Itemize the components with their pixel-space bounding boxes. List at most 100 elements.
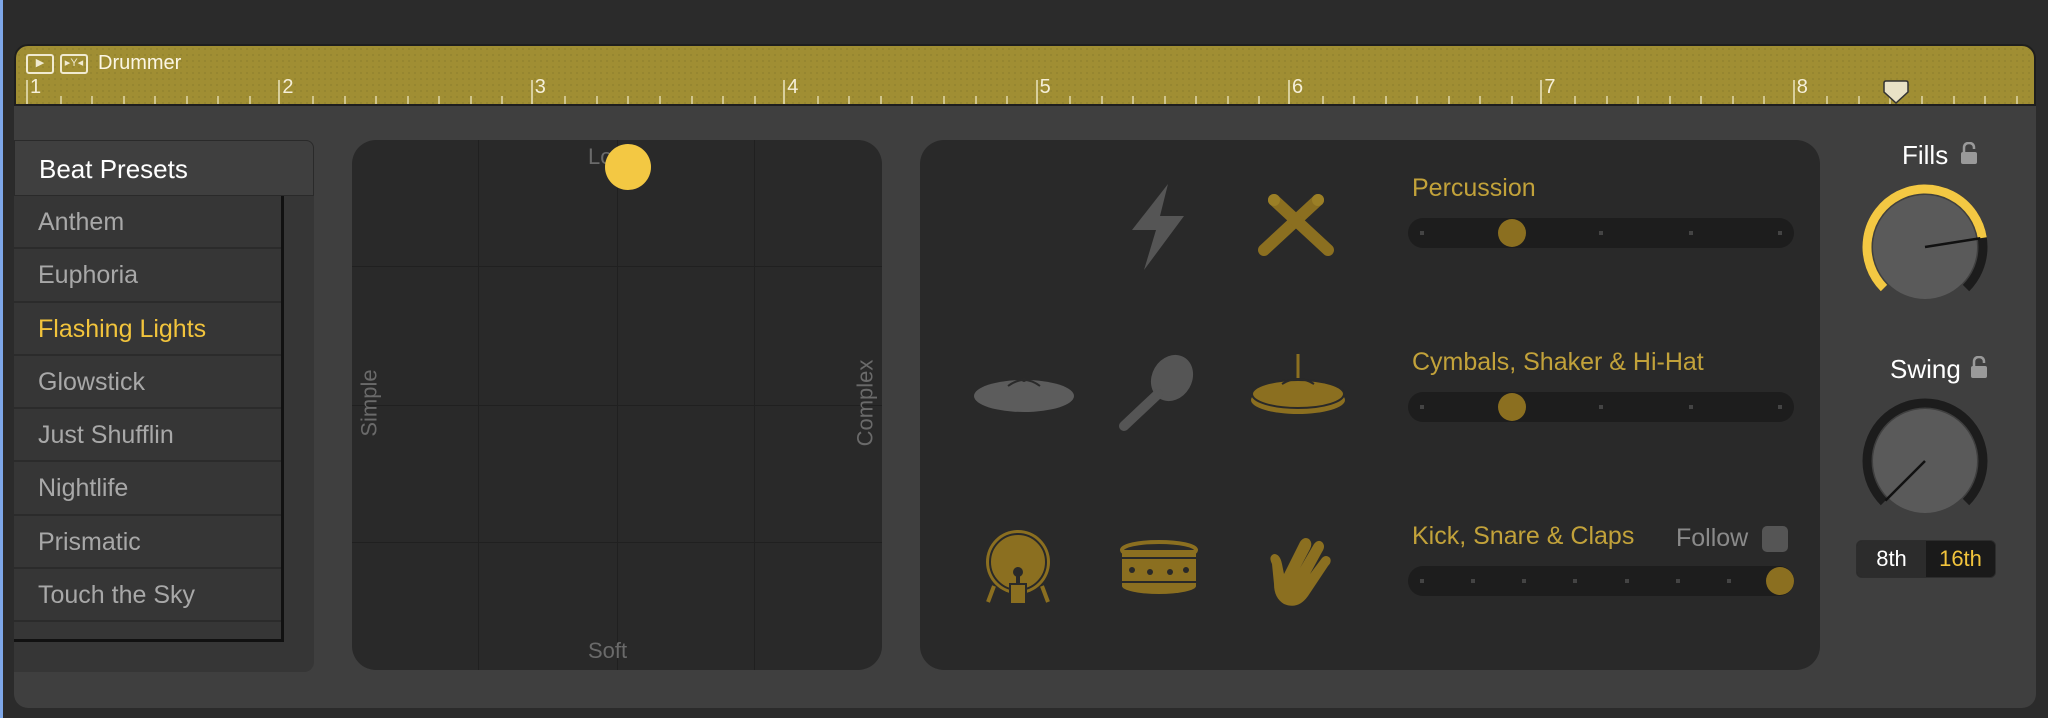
bar-line <box>530 80 533 104</box>
ruler-tick <box>248 96 251 104</box>
ruler-tick <box>690 96 693 104</box>
preset-item[interactable]: Flashing Lights <box>14 302 281 356</box>
drummer-filter-icon[interactable]: ▸Y◂ <box>60 53 88 74</box>
ruler-tick <box>1069 96 1072 104</box>
ruler-tick <box>469 96 472 104</box>
grid-line <box>352 542 882 543</box>
bar-number: 3 <box>534 76 546 98</box>
preset-item[interactable]: Touch the Sky <box>14 569 281 623</box>
ruler-tick <box>217 96 220 104</box>
follow-label: Follow <box>1676 524 1749 552</box>
ruler-tick <box>1921 96 1923 104</box>
bar-number: 6 <box>1292 76 1304 98</box>
ruler-tick <box>659 96 661 104</box>
hihat-icon[interactable] <box>1248 354 1348 422</box>
cymbals-label: Cymbals, Shaker & Hi-Hat <box>1412 348 1704 376</box>
drummer-region-ruler[interactable]: ▶ ▸Y◂ Drummer 1 2 3 4 5 6 7 8 <box>14 44 2036 106</box>
fills-knob[interactable] <box>1860 182 1990 312</box>
bar-line <box>1540 80 1543 104</box>
drumsticks-icon[interactable] <box>1254 192 1338 258</box>
slider-detent <box>1420 579 1424 583</box>
ruler-tick <box>406 96 409 104</box>
shaker-icon[interactable] <box>1116 354 1198 434</box>
preset-item[interactable]: Nightlife <box>14 462 281 516</box>
ruler-tick <box>122 96 125 104</box>
swing-label: Swing <box>1890 354 1961 384</box>
bar-line <box>1288 80 1290 104</box>
ruler-tick <box>1195 96 1198 104</box>
ruler-tick <box>974 96 977 104</box>
follow-checkbox[interactable] <box>1762 526 1788 552</box>
slider-thumb[interactable] <box>1497 219 1526 247</box>
preset-item[interactable]: Just Shufflin <box>14 409 281 463</box>
xy-bottom-label: Soft <box>588 638 628 663</box>
ruler-tick <box>722 96 725 104</box>
ruler-tick <box>1384 96 1387 104</box>
preset-item[interactable]: Prismatic <box>14 515 281 570</box>
slider-detent <box>1522 579 1527 583</box>
grid-line <box>352 266 882 267</box>
bar-line <box>1035 80 1038 104</box>
preset-item[interactable]: Euphoria <box>14 249 281 303</box>
fills-label: Fills <box>1902 140 1949 170</box>
kick-slider[interactable] <box>1408 566 1794 596</box>
ruler-tick <box>1100 96 1103 104</box>
ruler-tick <box>1952 96 1955 104</box>
resolution-16th-button[interactable]: 16th <box>1926 541 1995 577</box>
slider-thumb[interactable] <box>1497 393 1526 421</box>
preset-item[interactable]: Glowstick <box>14 355 281 410</box>
slider-detent <box>1599 405 1603 409</box>
lock-icon[interactable] <box>1960 142 1978 164</box>
bar-number: 7 <box>1544 76 1556 98</box>
kick-drum-icon[interactable] <box>984 528 1052 606</box>
ruler-tick <box>848 96 851 104</box>
xy-right-label: Complex <box>852 359 878 447</box>
ruler-tick <box>1006 96 1009 104</box>
cymbals-slider[interactable] <box>1408 392 1794 422</box>
ruler-tick <box>1479 96 1482 104</box>
ruler-tick <box>154 96 157 104</box>
ruler-tick <box>627 96 630 104</box>
xy-pad[interactable]: Loud Soft Simple Complex <box>352 140 882 670</box>
swing-knob[interactable] <box>1860 396 1990 526</box>
ruler-tick <box>1226 96 1229 104</box>
slider-thumb[interactable] <box>1766 567 1794 595</box>
playhead-marker[interactable] <box>1883 80 1909 104</box>
clap-hand-icon[interactable] <box>1264 534 1334 610</box>
slider-detent <box>1599 231 1603 235</box>
instruments-panel: Percussion Cymbals, Shaker & Hi-Hat Kick… <box>920 140 1820 670</box>
ruler-tick <box>1447 96 1450 104</box>
resolution-toggle: 8th 16th <box>1856 540 1996 578</box>
ruler-tick <box>343 96 346 104</box>
ruler-tick <box>753 96 756 104</box>
percussion-label: Percussion <box>1412 174 1536 202</box>
cymbal-icon[interactable] <box>972 372 1076 414</box>
resolution-8th-button[interactable]: 8th <box>1857 541 1926 577</box>
beat-presets-list: Anthem Euphoria Flashing Lights Glowstick Ju… <box>14 196 284 642</box>
slider-detent <box>1420 231 1424 235</box>
slider-detent <box>1778 231 1782 235</box>
play-icon[interactable]: ▶ <box>26 53 54 74</box>
preset-item[interactable]: Anthem <box>14 196 281 250</box>
ruler-tick <box>1353 96 1356 104</box>
lock-icon[interactable] <box>1970 356 1988 378</box>
ruler-tick <box>1637 96 1640 104</box>
ruler-tick <box>2015 96 2018 104</box>
bar-number: 8 <box>1796 76 1808 98</box>
snare-drum-icon[interactable] <box>1120 540 1198 598</box>
percussion-slider[interactable] <box>1408 218 1794 248</box>
slider-detent <box>1573 579 1578 583</box>
slider-detent <box>1624 579 1629 583</box>
bar-number: 5 <box>1039 76 1051 98</box>
ruler-tick <box>1668 96 1671 104</box>
grid-line <box>352 405 882 406</box>
ruler-tick <box>438 96 441 104</box>
ruler-tick <box>1321 96 1324 104</box>
bar-line <box>26 80 28 104</box>
ruler-tick <box>879 96 882 104</box>
bar-line <box>1792 80 1795 104</box>
slider-detent <box>1726 579 1731 583</box>
xy-puck[interactable] <box>604 143 651 190</box>
ruler-tick <box>564 96 567 104</box>
lightning-icon[interactable] <box>1128 184 1190 270</box>
